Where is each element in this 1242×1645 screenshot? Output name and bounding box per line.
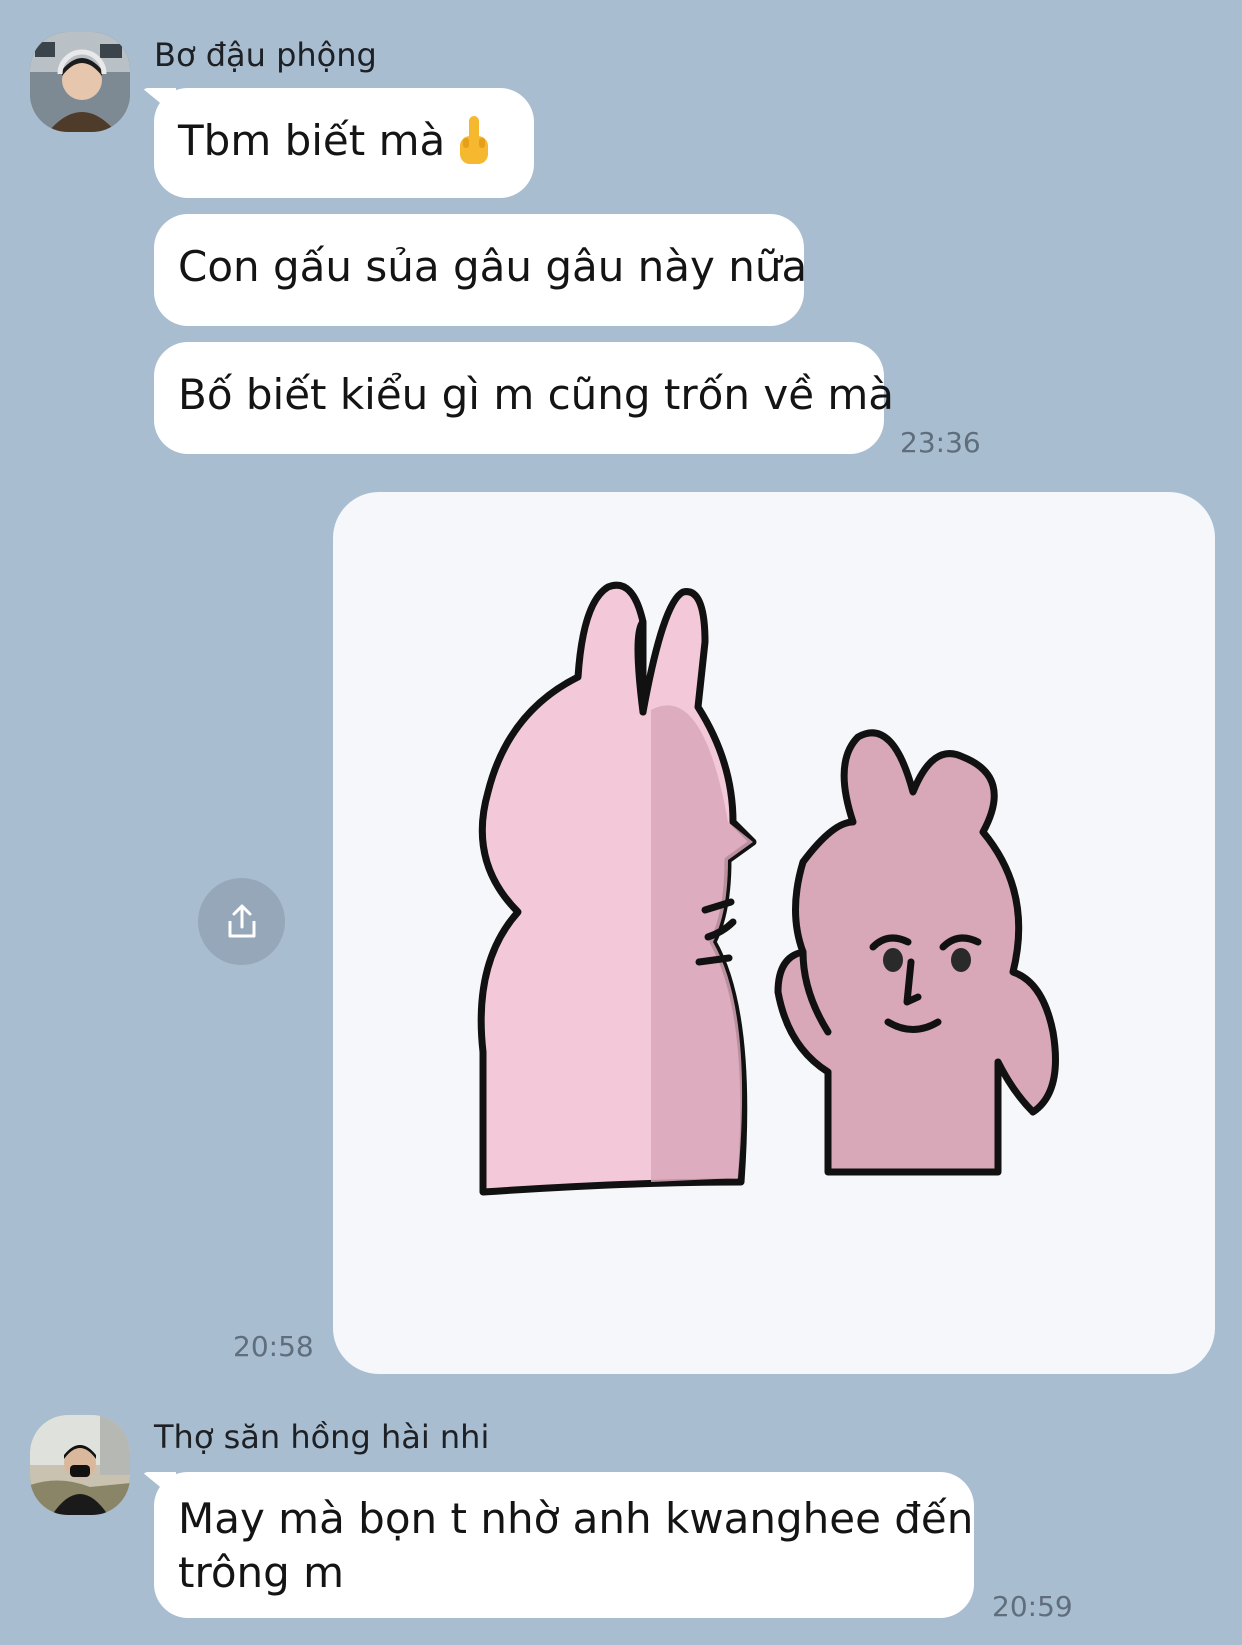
share-button[interactable] bbox=[198, 878, 285, 965]
avatar-photo-icon bbox=[30, 1415, 130, 1515]
message-bubble[interactable]: Bố biết kiểu gì m cũng trốn về mà bbox=[154, 342, 894, 454]
message-time: 23:36 bbox=[900, 426, 981, 459]
message-text-line: trông m bbox=[178, 1548, 345, 1597]
middle-finger-emoji-icon bbox=[460, 116, 488, 164]
pink-rabbit-sticker-icon bbox=[477, 581, 1059, 1196]
sender-name: Thợ săn hồng hài nhi bbox=[154, 1418, 490, 1456]
avatar-photo-icon bbox=[30, 32, 130, 132]
message-time: 20:58 bbox=[233, 1330, 314, 1363]
message-bubble[interactable]: May mà bọn t nhờ anh kwanghee đến trông … bbox=[154, 1472, 974, 1618]
sticker-message[interactable] bbox=[333, 492, 1215, 1374]
message-time: 20:59 bbox=[992, 1590, 1073, 1623]
message-bubble[interactable]: Tbm biết mà bbox=[154, 88, 534, 198]
message-text: Bố biết kiểu gì m cũng trốn về mà bbox=[178, 370, 895, 419]
share-icon bbox=[228, 904, 255, 937]
message-bubble[interactable]: Con gấu sủa gâu gâu này nữa bbox=[154, 214, 808, 326]
message-text-line: May mà bọn t nhờ anh kwanghee đến bbox=[178, 1494, 974, 1543]
message-text: Tbm biết mà bbox=[178, 116, 446, 165]
message-text: Con gấu sủa gâu gâu này nữa bbox=[178, 242, 808, 291]
avatar-bo-dau-phong[interactable] bbox=[30, 32, 130, 132]
sender-name: Bơ đậu phộng bbox=[154, 36, 377, 74]
avatar-tho-san-hong-hai-nhi[interactable] bbox=[30, 1415, 130, 1515]
